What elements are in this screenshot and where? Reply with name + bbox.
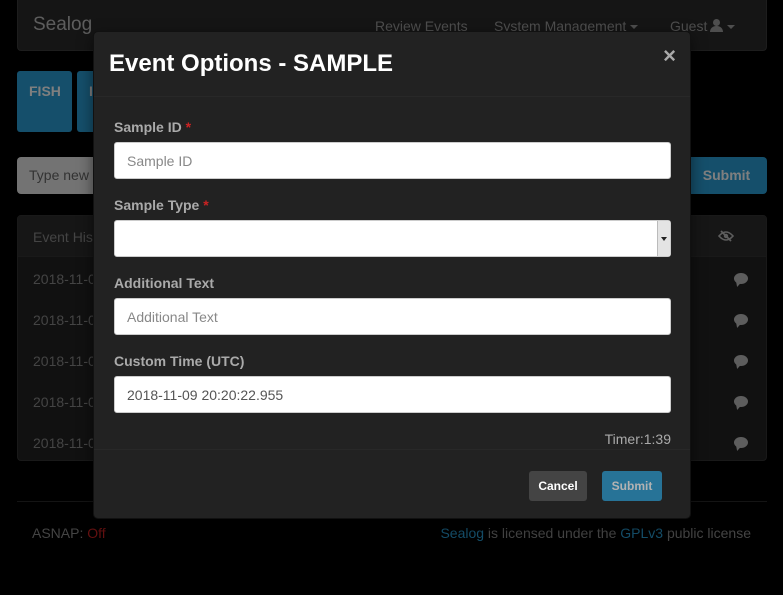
event-options-modal: Event Options - SAMPLE × Sample ID * Sam… <box>93 31 691 519</box>
required-marker: * <box>203 197 209 213</box>
modal-title: Event Options - SAMPLE <box>109 50 394 77</box>
required-marker: * <box>185 119 192 135</box>
close-icon[interactable]: × <box>663 45 676 67</box>
submit-button[interactable]: Submit <box>602 471 662 501</box>
chevron-down-icon[interactable] <box>657 221 670 256</box>
timer: Timer:1:39 <box>604 431 671 447</box>
sample-type-label: Sample Type * <box>114 197 209 213</box>
modal-header: Event Options - SAMPLE × <box>94 32 690 97</box>
custom-time-input[interactable] <box>114 376 671 413</box>
sample-id-label: Sample ID * <box>114 119 191 135</box>
sample-id-label-text: Sample ID <box>114 119 182 135</box>
sample-type-select[interactable] <box>114 220 671 257</box>
sample-type-label-text: Sample Type <box>114 197 200 213</box>
cancel-button[interactable]: Cancel <box>529 471 587 501</box>
sample-id-input[interactable] <box>114 142 671 179</box>
modal-footer: Cancel Submit <box>94 449 690 519</box>
additional-text-label: Additional Text <box>114 275 215 291</box>
additional-text-input[interactable] <box>114 298 671 335</box>
custom-time-label: Custom Time (UTC) <box>114 353 245 369</box>
